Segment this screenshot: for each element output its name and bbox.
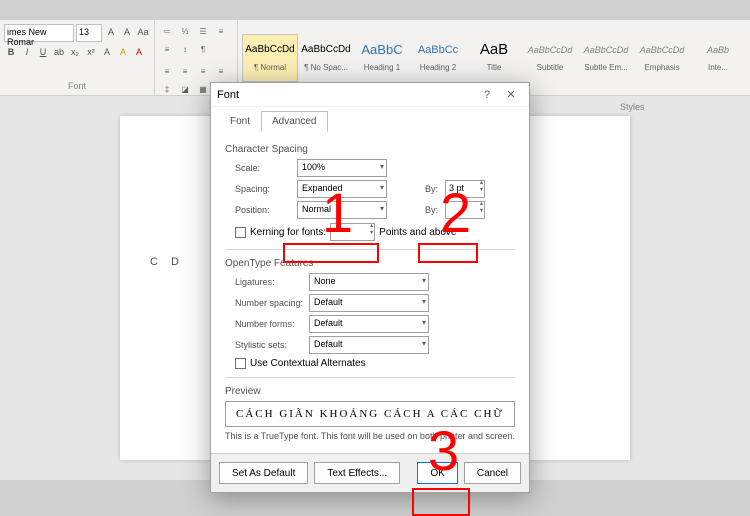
font-name-combo[interactable]: imes New Romar [4, 24, 74, 42]
font-group: imes New Romar 13 A A Aa B I U ab x₂ x² … [0, 20, 155, 95]
position-by-spinner[interactable] [445, 201, 485, 219]
stylistic-combo[interactable]: Default [309, 336, 429, 354]
shading-icon[interactable]: ◪ [177, 82, 193, 96]
grow-font-icon[interactable]: A [104, 24, 118, 40]
set-default-button[interactable]: Set As Default [219, 462, 308, 484]
multilevel-icon[interactable]: ☰ [195, 24, 211, 40]
align-center-icon[interactable]: ≡ [177, 64, 193, 80]
preview-title: Preview [225, 386, 515, 397]
style-heading1[interactable]: AaBbCHeading 1 [354, 34, 410, 82]
strike-icon[interactable]: ab [52, 44, 66, 60]
kerning-checkbox[interactable] [235, 227, 246, 238]
ok-button[interactable]: OK [417, 462, 457, 484]
style-heading2[interactable]: AaBbCcHeading 2 [410, 34, 466, 82]
font-group-label: Font [4, 81, 150, 91]
superscript-icon[interactable]: x² [84, 44, 98, 60]
stylistic-label: Stylistic sets: [225, 340, 305, 350]
numspacing-label: Number spacing: [225, 298, 305, 308]
ligatures-combo[interactable]: None [309, 273, 429, 291]
close-icon[interactable]: ✕ [499, 88, 523, 101]
styles-group-label: Styles [620, 102, 645, 112]
spacing-by-spinner[interactable]: 3 pt [445, 180, 485, 198]
style-intense[interactable]: AaBbInte... [690, 34, 746, 82]
align-left-icon[interactable]: ≡ [159, 64, 175, 80]
justify-icon[interactable]: ≡ [213, 64, 229, 80]
contextual-label: Use Contextual Alternates [250, 358, 366, 369]
ligatures-label: Ligatures: [225, 277, 305, 287]
help-icon[interactable]: ? [475, 89, 499, 101]
style-subtitle[interactable]: AaBbCcDdSubtitle [522, 34, 578, 82]
char-spacing-title: Character Spacing [225, 144, 515, 155]
sort-icon[interactable]: ↕ [177, 42, 193, 58]
position-combo[interactable]: Normal [297, 201, 387, 219]
numspacing-combo[interactable]: Default [309, 294, 429, 312]
style-emphasis[interactable]: AaBbCcDdEmphasis [634, 34, 690, 82]
shrink-font-icon[interactable]: A [120, 24, 134, 40]
indent-dec-icon[interactable]: ≡ [213, 24, 229, 40]
align-right-icon[interactable]: ≡ [195, 64, 211, 80]
dialog-tabs: Font Advanced [211, 107, 529, 132]
indent-inc-icon[interactable]: ≡ [159, 42, 175, 58]
font-color-icon[interactable]: A [132, 44, 146, 60]
spacing-combo[interactable]: Expanded [297, 180, 387, 198]
bold-icon[interactable]: B [4, 44, 18, 60]
underline-icon[interactable]: U [36, 44, 50, 60]
style-subtle-em[interactable]: AaBbCcDdSubtle Em... [578, 34, 634, 82]
scale-label: Scale: [225, 163, 293, 173]
dialog-title: Font [217, 89, 475, 101]
tab-font[interactable]: Font [219, 111, 261, 132]
italic-icon[interactable]: I [20, 44, 34, 60]
numforms-label: Number forms: [225, 319, 305, 329]
borders-icon[interactable]: ▦ [195, 82, 211, 96]
scale-combo[interactable]: 100% [297, 159, 387, 177]
subscript-icon[interactable]: x₂ [68, 44, 82, 60]
spacing-label: Spacing: [225, 184, 293, 194]
highlight-icon[interactable]: A [116, 44, 130, 60]
font-size-combo[interactable]: 13 [76, 24, 102, 42]
line-spacing-icon[interactable]: ‡ [159, 82, 175, 96]
kerning-spinner[interactable] [330, 223, 375, 241]
opentype-title: OpenType Features [225, 258, 515, 269]
style-no-spacing[interactable]: AaBbCcDd¶ No Spac... [298, 34, 354, 82]
cancel-button[interactable]: Cancel [464, 462, 521, 484]
tab-advanced[interactable]: Advanced [261, 111, 327, 132]
show-marks-icon[interactable]: ¶ [195, 42, 211, 58]
style-normal[interactable]: AaBbCcDd¶ Normal [242, 34, 298, 82]
numbering-icon[interactable]: ⅓ [177, 24, 193, 40]
preview-note: This is a TrueType font. This font will … [225, 431, 515, 441]
position-label: Position: [225, 205, 293, 215]
preview-box: CÁCH GIÃN KHOẢNG CÁCH A CÁC CHỮ [225, 401, 515, 427]
by2-label: By: [425, 205, 441, 215]
by1-label: By: [425, 184, 441, 194]
change-case-icon[interactable]: Aa [136, 24, 150, 40]
dialog-titlebar[interactable]: Font ? ✕ [211, 83, 529, 107]
style-title[interactable]: AaBTitle [466, 34, 522, 82]
bullets-icon[interactable]: ≔ [159, 24, 175, 40]
text-effects-button[interactable]: Text Effects... [314, 462, 400, 484]
kerning-label: Kerning for fonts: [250, 227, 326, 238]
dialog-footer: Set As Default Text Effects... OK Cancel [211, 453, 529, 492]
kerning-after-label: Points and above [379, 227, 456, 238]
numforms-combo[interactable]: Default [309, 315, 429, 333]
text-effects-icon[interactable]: A [100, 44, 114, 60]
font-dialog: Font ? ✕ Font Advanced Character Spacing… [210, 82, 530, 493]
contextual-checkbox[interactable] [235, 358, 246, 369]
